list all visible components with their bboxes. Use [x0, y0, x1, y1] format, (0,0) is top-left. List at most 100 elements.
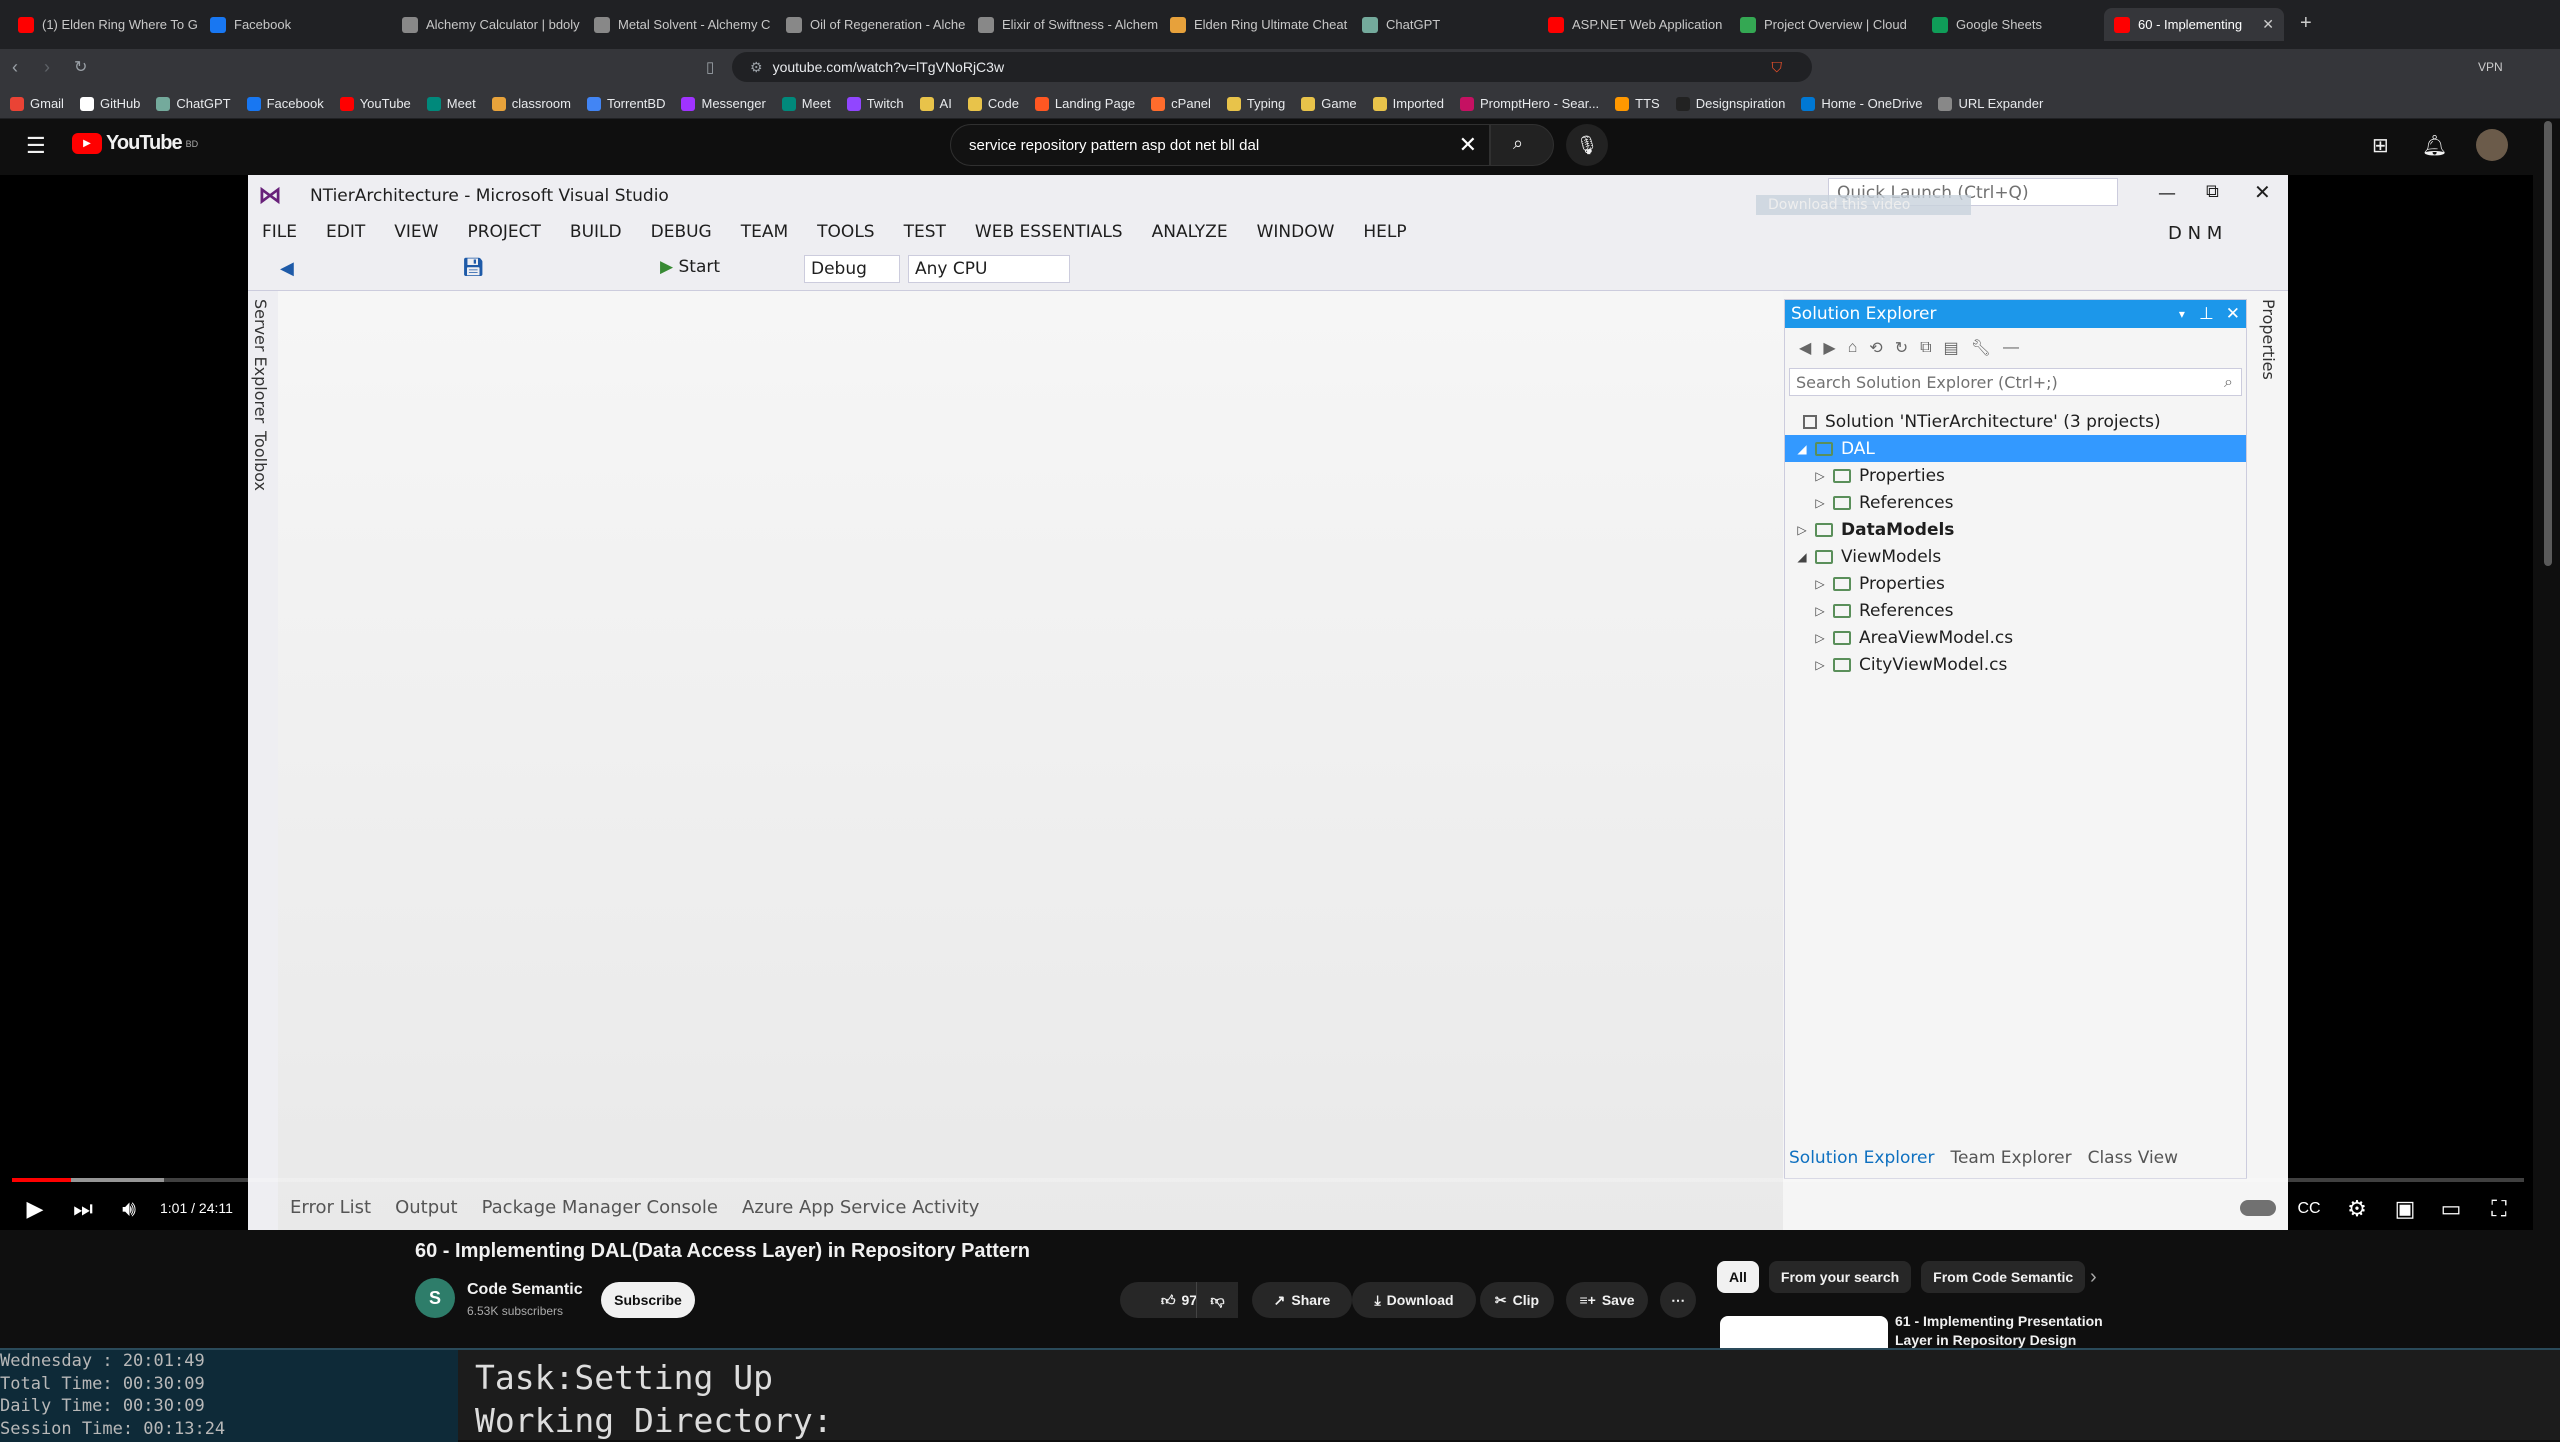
- youtube-logo[interactable]: ▶ YouTube BD: [72, 132, 198, 155]
- back-icon[interactable]: ‹: [12, 57, 18, 78]
- vs-menu-item[interactable]: BUILD: [570, 222, 622, 242]
- bookmark-item[interactable]: ChatGPT: [156, 96, 231, 111]
- vs-restore-icon[interactable]: ⧉: [2206, 181, 2219, 202]
- vs-menu-item[interactable]: TEST: [904, 222, 946, 242]
- filter-chip[interactable]: From Code Semantic: [1921, 1261, 2086, 1293]
- tree-expand-icon[interactable]: ◢: [1793, 550, 1811, 564]
- solution-tree-item[interactable]: ▷ AreaViewModel.cs: [1785, 624, 2246, 651]
- browser-tab[interactable]: Metal Solvent - Alchemy C: [584, 8, 774, 41]
- bookmark-item[interactable]: Typing: [1226, 96, 1285, 111]
- vs-start-button[interactable]: ▶ Start: [660, 257, 720, 277]
- solution-tree-item[interactable]: ▷ References: [1785, 489, 2246, 516]
- vs-menu-item[interactable]: VIEW: [394, 222, 438, 242]
- brave-shield-icon[interactable]: ⛉: [1772, 59, 1783, 76]
- vs-platform-select[interactable]: Any CPU: [908, 255, 1070, 283]
- dislike-button[interactable]: 👎︎: [1196, 1282, 1238, 1318]
- vs-close-icon[interactable]: ✕: [2254, 180, 2271, 204]
- vpn-badge[interactable]: VPN: [2478, 60, 2503, 74]
- tree-expand-icon[interactable]: ▷: [1811, 496, 1829, 510]
- tree-expand-icon[interactable]: ◢: [1793, 442, 1811, 456]
- solution-tree-item[interactable]: ▷ Properties: [1785, 462, 2246, 489]
- vs-menu-item[interactable]: TEAM: [741, 222, 788, 242]
- tree-expand-icon[interactable]: ▷: [1811, 577, 1829, 591]
- solution-tree-item[interactable]: ▷ References: [1785, 597, 2246, 624]
- bookmark-page-icon[interactable]: ▯: [706, 58, 714, 76]
- solution-tree-item[interactable]: ▷ Properties: [1785, 570, 2246, 597]
- vs-menu-item[interactable]: PROJECT: [467, 222, 540, 242]
- se-pin-icon[interactable]: ⊥: [2199, 304, 2214, 324]
- server-explorer-tab[interactable]: Server Explorer: [251, 299, 270, 423]
- solution-tree-item[interactable]: ◢ ViewModels: [1785, 543, 2246, 570]
- bookmark-item[interactable]: Meet: [781, 96, 831, 111]
- bookmark-item[interactable]: Game: [1301, 96, 1357, 111]
- vs-menu-item[interactable]: HELP: [1363, 222, 1406, 242]
- browser-tab[interactable]: 60 - Implementing ✕: [2104, 8, 2284, 41]
- browser-tab[interactable]: Oil of Regeneration - Alche: [776, 8, 966, 41]
- vs-config-select[interactable]: Debug: [804, 255, 900, 283]
- clip-button[interactable]: ✂ Clip: [1480, 1282, 1554, 1318]
- subtitles-icon[interactable]: CC: [2292, 1192, 2326, 1226]
- tree-expand-icon[interactable]: ▷: [1811, 631, 1829, 645]
- bookmark-item[interactable]: Twitch: [846, 96, 904, 111]
- vs-menu-item[interactable]: WINDOW: [1257, 222, 1335, 242]
- tree-expand-icon[interactable]: ▷: [1793, 523, 1811, 537]
- tree-expand-icon[interactable]: ▷: [1811, 604, 1829, 618]
- tab-close-icon[interactable]: ✕: [2262, 16, 2274, 33]
- vs-save-icon[interactable]: 💾︎: [462, 257, 485, 278]
- se-search-icon[interactable]: ⌕: [2224, 372, 2233, 392]
- vs-menu-item[interactable]: ANALYZE: [1152, 222, 1228, 242]
- hamburger-menu-icon[interactable]: ☰: [26, 133, 46, 159]
- browser-tab[interactable]: Elixir of Swiftness - Alchem: [968, 8, 1158, 41]
- subscribe-button[interactable]: Subscribe: [601, 1282, 695, 1318]
- solution-tree-item[interactable]: ▷ DataModels: [1785, 516, 2246, 543]
- vs-menu-item[interactable]: WEB ESSENTIALS: [975, 222, 1123, 242]
- avatar[interactable]: [2476, 129, 2508, 161]
- se-close-icon[interactable]: ✕: [2226, 304, 2240, 324]
- forward-icon[interactable]: ›: [44, 57, 50, 78]
- filter-chip[interactable]: All: [1717, 1261, 1759, 1293]
- address-bar[interactable]: ⚙ youtube.com/watch?v=lTgVNoRjC3w ⛉: [732, 52, 1812, 82]
- bookmark-item[interactable]: PromptHero - Sear...: [1459, 96, 1599, 111]
- share-button[interactable]: ↗ Share: [1252, 1282, 1352, 1318]
- browser-tab[interactable]: Facebook: [200, 8, 390, 41]
- properties-tab[interactable]: Properties: [2259, 299, 2278, 380]
- create-icon[interactable]: ⊞: [2372, 133, 2389, 158]
- se-bottom-tab[interactable]: Team Explorer: [1950, 1148, 2071, 1168]
- bookmark-item[interactable]: TorrentBD: [586, 96, 665, 111]
- se-bottom-tab[interactable]: Class View: [2088, 1148, 2178, 1168]
- channel-name[interactable]: Code Semantic: [467, 1281, 583, 1299]
- youtube-search-input[interactable]: service repository pattern asp dot net b…: [950, 124, 1490, 166]
- bookmark-item[interactable]: Messenger: [681, 96, 766, 111]
- chips-next-icon[interactable]: ›: [2090, 1266, 2097, 1289]
- vs-back-icon[interactable]: ◀: [280, 258, 294, 279]
- se-home-icon[interactable]: ⌂: [1848, 339, 1858, 357]
- browser-tab[interactable]: ASP.NET Web Application: [1538, 8, 1728, 41]
- se-bottom-tab[interactable]: Solution Explorer: [1789, 1148, 1934, 1168]
- bookmark-item[interactable]: TTS: [1615, 96, 1660, 111]
- solution-tree-item[interactable]: ▷ CityViewModel.cs: [1785, 651, 2246, 678]
- se-refresh-icon[interactable]: ↻: [1895, 338, 1908, 358]
- bookmark-item[interactable]: Imported: [1372, 96, 1444, 111]
- tree-expand-icon[interactable]: ▷: [1811, 469, 1829, 483]
- se-preview-icon[interactable]: —: [2003, 339, 2019, 357]
- bookmark-item[interactable]: Landing Page: [1034, 96, 1135, 111]
- settings-icon[interactable]: ⚙: [2340, 1192, 2374, 1226]
- download-button[interactable]: ⤓ Download: [1352, 1282, 1476, 1318]
- toolbox-tab[interactable]: Toolbox: [251, 431, 270, 491]
- more-actions-button[interactable]: ⋯: [1660, 1282, 1696, 1318]
- bookmark-item[interactable]: Designspiration: [1675, 96, 1785, 111]
- browser-tab[interactable]: Alchemy Calculator | bdoly: [392, 8, 582, 41]
- video-progress-bar[interactable]: [12, 1178, 2524, 1182]
- solution-tree-item[interactable]: ◢ DAL: [1785, 435, 2246, 462]
- vs-menu-item[interactable]: DEBUG: [651, 222, 712, 242]
- theater-mode-icon[interactable]: ▭: [2434, 1192, 2468, 1226]
- se-collapse-icon[interactable]: ⧉: [1920, 339, 1931, 357]
- next-icon[interactable]: ⏭︎: [66, 1192, 100, 1226]
- bookmark-item[interactable]: YouTube: [339, 96, 411, 111]
- voice-search-icon[interactable]: 🎙︎: [1566, 124, 1608, 166]
- bookmark-item[interactable]: URL Expander: [1938, 96, 2043, 111]
- save-button[interactable]: ≡+ Save: [1566, 1282, 1648, 1318]
- bookmark-item[interactable]: classroom: [491, 96, 571, 111]
- vs-minimize-icon[interactable]: —: [2158, 183, 2176, 204]
- channel-avatar[interactable]: S: [415, 1278, 455, 1318]
